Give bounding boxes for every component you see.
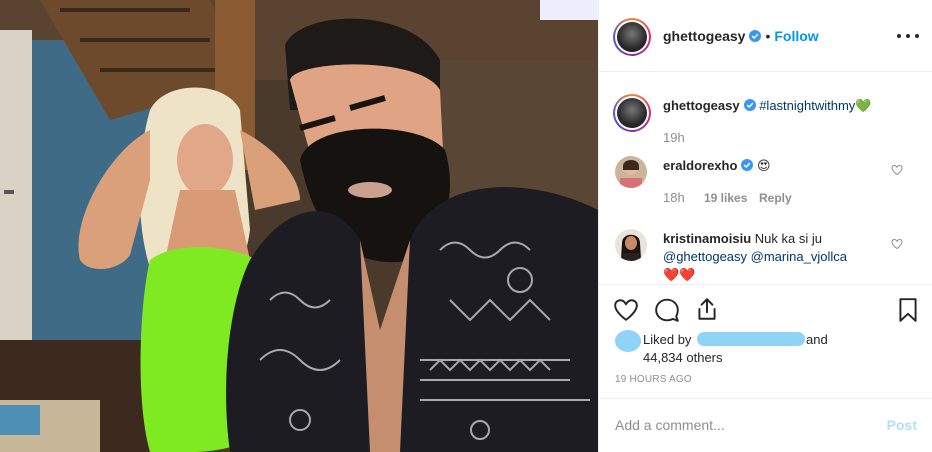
caption-hashtag[interactable]: #lastnightwithmy (759, 98, 855, 113)
green-heart-emoji: 💚 (855, 98, 872, 113)
post-timestamp[interactable]: 19 HOURS AGO (615, 374, 692, 385)
add-comment-bar: Add a comment... Post (599, 398, 932, 452)
comment-input[interactable]: Add a comment... (615, 417, 725, 433)
comment-username[interactable]: eraldorexho (663, 158, 737, 173)
post-sidebar: ghettogeasy • Follow ghettogeasy #lastnigh… (598, 0, 932, 452)
bookmark-icon[interactable] (895, 297, 921, 323)
mention-link[interactable]: @marina_vjollca (751, 249, 847, 264)
caption-username[interactable]: ghettogeasy (663, 98, 740, 113)
likes-count[interactable]: 44,834 others (643, 349, 723, 367)
more-options-icon[interactable] (897, 26, 919, 46)
post-photo[interactable] (0, 0, 598, 452)
mention-link[interactable]: @ghettogeasy (663, 249, 747, 264)
follow-button[interactable]: Follow (774, 28, 818, 44)
post-comment-button[interactable]: Post (887, 417, 917, 433)
comment-time[interactable]: 18h (663, 190, 685, 205)
author-username[interactable]: ghettogeasy (663, 28, 745, 44)
redacted-avatar (615, 330, 641, 352)
likes-and-label: and (806, 332, 828, 347)
caption-avatar[interactable] (613, 94, 651, 132)
caption-time[interactable]: 19h (663, 130, 685, 145)
heart-icon[interactable] (613, 297, 639, 323)
share-icon[interactable] (694, 296, 720, 322)
comment-2: kristinamoisiu Nuk ka si ju @ghettogeasy… (663, 230, 893, 284)
comment-avatar[interactable] (615, 229, 647, 261)
comment-like-heart-icon[interactable] (891, 164, 903, 176)
redacted-username (697, 332, 805, 346)
comment-text: Nuk ka si ju (754, 231, 822, 246)
verified-badge-icon (741, 159, 754, 171)
comments-section: ghettogeasy #lastnightwithmy💚 19h eraldo… (599, 72, 932, 284)
header-user-line: ghettogeasy • Follow (663, 28, 819, 46)
comment-likes[interactable]: 19 likes (704, 191, 747, 205)
separator-dot: • (765, 28, 771, 44)
comment-avatar[interactable] (615, 156, 647, 188)
comment-icon[interactable] (654, 297, 680, 323)
liked-by-label: Liked by (643, 332, 692, 347)
red-hearts-emoji: ❤️❤️ (663, 267, 696, 282)
reply-button[interactable]: Reply (759, 191, 792, 205)
caption: ghettogeasy #lastnightwithmy💚 (663, 97, 872, 115)
comment-1: eraldorexho 😍 (663, 157, 771, 175)
post-actions (599, 284, 932, 334)
author-avatar[interactable] (613, 18, 651, 56)
verified-badge-icon (749, 30, 762, 42)
verified-badge-icon (743, 99, 756, 111)
comment-username[interactable]: kristinamoisiu (663, 231, 751, 246)
post-header: ghettogeasy • Follow (599, 0, 932, 72)
comment-text: 😍 (757, 158, 771, 173)
comment-like-heart-icon[interactable] (891, 238, 903, 250)
post-photo-image (0, 0, 598, 452)
